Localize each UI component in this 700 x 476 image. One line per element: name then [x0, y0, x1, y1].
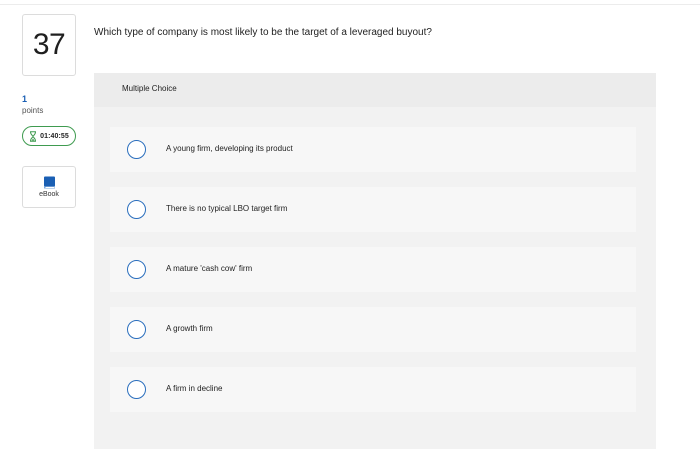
- choice-option[interactable]: A young firm, developing its product: [110, 127, 636, 172]
- answer-panel: Multiple Choice A young firm, developing…: [94, 73, 656, 449]
- answer-format-label: Multiple Choice: [122, 84, 177, 93]
- question-text: Which type of company is most likely to …: [94, 27, 432, 38]
- ebook-button[interactable]: eBook: [22, 166, 76, 208]
- top-divider: [0, 0, 700, 5]
- book-icon: [43, 176, 55, 189]
- timer-text: 01:40:55: [40, 132, 69, 140]
- radio-button[interactable]: [127, 260, 146, 279]
- choice-label: A young firm, developing its product: [166, 144, 293, 153]
- choice-label: There is no typical LBO target firm: [166, 204, 288, 213]
- points-value: 1: [22, 94, 28, 104]
- choice-option[interactable]: A firm in decline: [110, 367, 636, 412]
- choice-option[interactable]: A mature 'cash cow' firm: [110, 247, 636, 292]
- radio-button[interactable]: [127, 380, 146, 399]
- radio-button[interactable]: [127, 140, 146, 159]
- question-number-box: 37: [22, 14, 76, 76]
- radio-button[interactable]: [127, 200, 146, 219]
- choice-option[interactable]: A growth firm: [110, 307, 636, 352]
- choice-label: A firm in decline: [166, 384, 223, 393]
- ebook-label: eBook: [39, 191, 59, 198]
- radio-button[interactable]: [127, 320, 146, 339]
- timer-badge[interactable]: 01:40:55: [22, 126, 76, 146]
- hourglass-icon: [30, 130, 37, 142]
- question-number: 37: [32, 28, 66, 61]
- answer-format-header: Multiple Choice: [94, 73, 656, 107]
- choice-label: A mature 'cash cow' firm: [166, 264, 253, 273]
- points-label: points: [22, 106, 44, 115]
- choice-label: A growth firm: [166, 324, 213, 333]
- choice-option[interactable]: There is no typical LBO target firm: [110, 187, 636, 232]
